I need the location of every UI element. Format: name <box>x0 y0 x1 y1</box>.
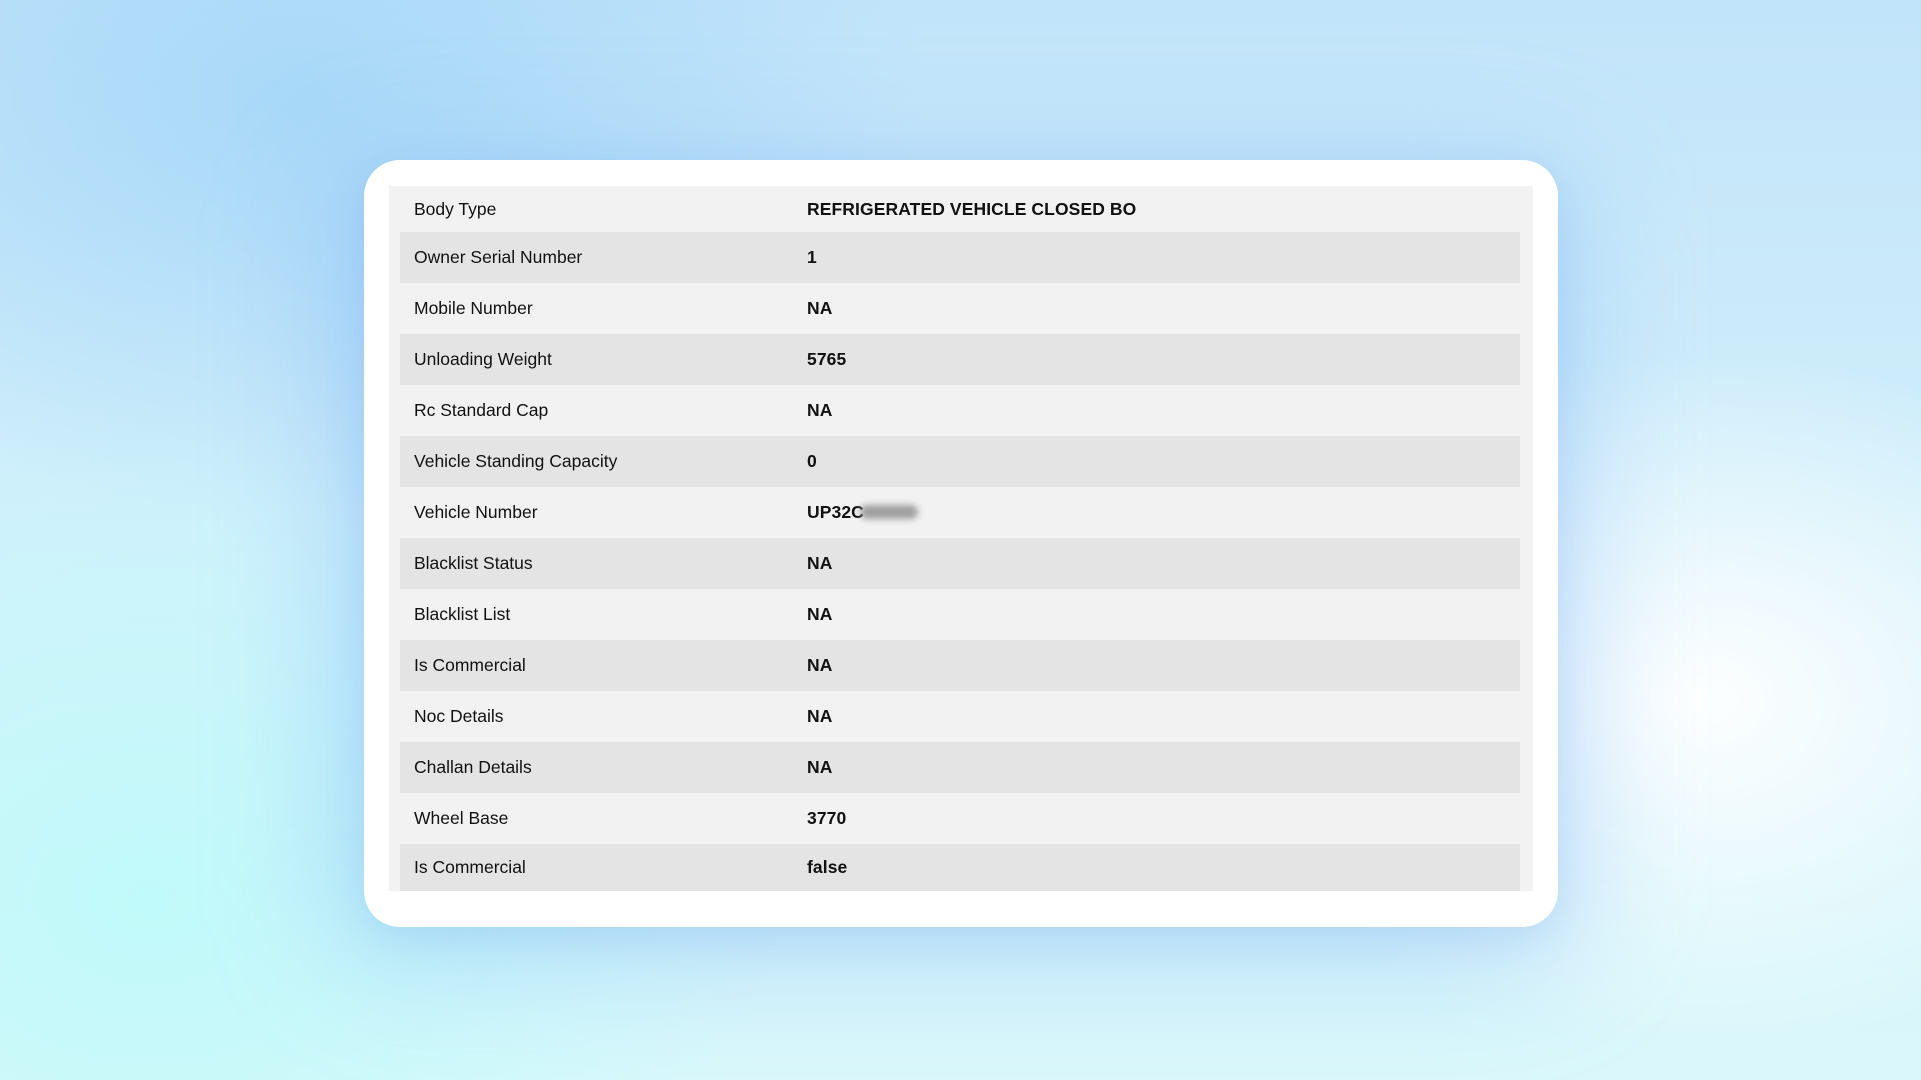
row-label-vehicle-standing-capacity: Vehicle Standing Capacity <box>414 451 618 471</box>
row-value-unloading-weight: 5765 <box>807 349 847 369</box>
row-value-noc-details: NA <box>807 706 833 726</box>
table-row: Wheel Base 3770 <box>400 793 1520 844</box>
table-row: Is Commercial NA <box>400 640 1520 691</box>
vehicle-number-visible-text: UP32C <box>807 502 864 522</box>
table-row: Owner Serial Number 1 <box>400 232 1520 283</box>
row-label-rc-standard-cap: Rc Standard Cap <box>414 400 549 420</box>
table-row: Blacklist Status NA <box>400 538 1520 589</box>
row-label-noc-details: Noc Details <box>414 706 504 726</box>
table-row: Noc Details NA <box>400 691 1520 742</box>
row-label-blacklist-status: Blacklist Status <box>414 553 533 573</box>
row-label-vehicle-number: Vehicle Number <box>414 502 538 522</box>
table-row: Unloading Weight 5765 <box>400 334 1520 385</box>
table-row: Body Type REFRIGERATED VEHICLE CLOSED BO <box>400 186 1520 232</box>
blur-redaction-icon <box>859 505 918 519</box>
table-row: Mobile Number NA <box>400 283 1520 334</box>
row-label-unloading-weight: Unloading Weight <box>414 349 552 369</box>
table-row: Is Commercial false <box>400 844 1520 891</box>
row-label-body-type: Body Type <box>414 198 497 219</box>
row-label-is-commercial: Is Commercial <box>414 655 526 675</box>
row-label-is-commercial-2: Is Commercial <box>414 857 526 877</box>
table-row: Blacklist List NA <box>400 589 1520 640</box>
row-value-rc-standard-cap: NA <box>807 400 833 420</box>
row-value-blacklist-list: NA <box>807 604 833 624</box>
row-label-owner-serial-number: Owner Serial Number <box>414 247 583 267</box>
vehicle-details-table: Body Type REFRIGERATED VEHICLE CLOSED BO… <box>389 186 1533 891</box>
row-value-owner-serial-number: 1 <box>807 247 817 267</box>
row-value-vehicle-number: UP32C <box>807 502 918 523</box>
row-label-blacklist-list: Blacklist List <box>414 604 511 624</box>
row-value-is-commercial: NA <box>807 655 833 675</box>
vehicle-details-card: Body Type REFRIGERATED VEHICLE CLOSED BO… <box>364 160 1558 927</box>
row-value-mobile-number: NA <box>807 298 833 318</box>
row-value-vehicle-standing-capacity: 0 <box>807 451 817 471</box>
row-value-challan-details: NA <box>807 757 833 777</box>
row-value-is-commercial-2: false <box>807 857 848 877</box>
table-row: Challan Details NA <box>400 742 1520 793</box>
row-label-challan-details: Challan Details <box>414 757 532 777</box>
row-label-wheel-base: Wheel Base <box>414 808 509 828</box>
table-row: Rc Standard Cap NA <box>400 385 1520 436</box>
table-row: Vehicle Number UP32C <box>400 487 1520 538</box>
row-label-mobile-number: Mobile Number <box>414 298 533 318</box>
row-value-blacklist-status: NA <box>807 553 833 573</box>
table-row: Vehicle Standing Capacity 0 <box>400 436 1520 487</box>
row-value-body-type: REFRIGERATED VEHICLE CLOSED BO <box>807 198 1137 219</box>
row-value-wheel-base: 3770 <box>807 808 847 828</box>
